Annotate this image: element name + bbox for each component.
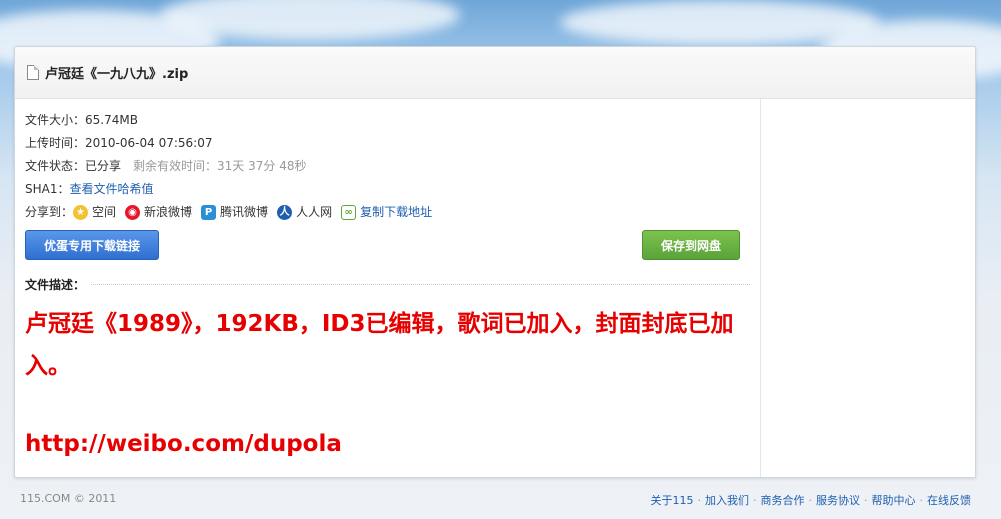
footer-links: 关于115 · 加入我们 · 商务合作 · 服务协议 · 帮助中心 · 在线反馈: [651, 492, 972, 508]
file-panel: 卢冠廷《一九八九》.zip 文件大小： 65.74MB 上传时间： 2010-0…: [14, 46, 976, 478]
description-text: 卢冠廷《1989》，192KB，ID3已编辑，歌词已加入，封面封底已加入。: [25, 311, 734, 379]
file-status-value: 已分享: [85, 159, 122, 173]
description-label: 文件描述：: [25, 278, 86, 292]
file-icon: [27, 65, 39, 80]
footer-link-help[interactable]: 帮助中心: [872, 494, 916, 507]
footer-separator: ·: [753, 494, 757, 507]
file-size-label: 文件大小：: [25, 113, 86, 127]
copyright: 115.COM © 2011: [20, 492, 117, 505]
upload-time-value: 2010-06-04 07:56:07: [85, 136, 213, 150]
action-buttons: 优蛋专用下载链接 保存到网盘: [25, 230, 750, 276]
share-tencent-weibo[interactable]: P 腾讯微博: [201, 201, 268, 224]
footer-link-terms[interactable]: 服务协议: [816, 494, 860, 507]
copy-download-link[interactable]: ∞ 复制下载地址: [341, 201, 432, 224]
share-renren[interactable]: 人 人人网: [277, 201, 332, 224]
upload-time-row: 上传时间： 2010-06-04 07:56:07: [25, 132, 750, 155]
footer-separator: ·: [808, 494, 813, 507]
footer-link-about[interactable]: 关于115: [651, 494, 694, 507]
sha1-label: SHA1：: [25, 182, 70, 196]
save-to-disk-button[interactable]: 保存到网盘: [642, 230, 740, 260]
share-qzone-label: 空间: [92, 205, 117, 219]
renren-icon: 人: [277, 205, 293, 220]
file-title: 卢冠廷《一九八九》.zip: [45, 67, 189, 82]
download-button[interactable]: 优蛋专用下载链接: [25, 230, 159, 260]
description-url: http://weibo.com/dupola: [25, 431, 342, 457]
share-sina-weibo-label: 新浪微博: [144, 205, 193, 219]
footer-link-business[interactable]: 商务合作: [761, 494, 805, 507]
share-tencent-weibo-label: 腾讯微博: [220, 205, 269, 219]
copy-download-link-label: 复制下载地址: [360, 205, 433, 219]
share-renren-label: 人人网: [296, 205, 333, 219]
footer-link-feedback[interactable]: 在线反馈: [927, 494, 971, 507]
file-size-row: 文件大小： 65.74MB: [25, 109, 750, 132]
tencent-weibo-icon: P: [201, 205, 217, 220]
file-content: 文件大小： 65.74MB 上传时间： 2010-06-04 07:56:07 …: [25, 99, 750, 457]
file-size-value: 65.74MB: [85, 113, 138, 127]
remaining-time: 剩余有效时间：31天 37分 48秒: [133, 159, 307, 173]
file-status-row: 文件状态： 已分享 剩余有效时间：31天 37分 48秒: [25, 155, 750, 178]
qzone-icon: ★: [73, 205, 89, 220]
share-label: 分享到：: [25, 205, 74, 219]
footer: 115.COM © 2011 关于115 · 加入我们 · 商务合作 · 服务协议 · 帮助中心…: [20, 492, 971, 508]
share-sina-weibo[interactable]: ◉ 新浪微博: [125, 201, 192, 224]
share-row: 分享到： ★ 空间 ◉ 新浪微博 P 腾讯微博 人 人人网 ∞ 复制下载地址: [25, 201, 750, 224]
dotted-divider: [91, 284, 750, 285]
upload-time-label: 上传时间：: [25, 136, 86, 150]
share-qzone[interactable]: ★ 空间: [73, 201, 116, 224]
side-panel: [760, 99, 975, 477]
copy-link-icon: ∞: [341, 205, 357, 220]
footer-link-join[interactable]: 加入我们: [705, 494, 749, 507]
footer-separator: ·: [864, 494, 868, 507]
view-hash-link[interactable]: 查看文件哈希值: [70, 178, 154, 201]
sina-weibo-icon: ◉: [125, 205, 141, 220]
footer-separator: ·: [919, 494, 924, 507]
description-header: 文件描述：: [25, 276, 750, 293]
sha1-row: SHA1： 查看文件哈希值: [25, 178, 750, 201]
footer-separator: ·: [697, 494, 702, 507]
file-header: 卢冠廷《一九八九》.zip: [15, 47, 975, 99]
file-status-label: 文件状态：: [25, 159, 86, 173]
